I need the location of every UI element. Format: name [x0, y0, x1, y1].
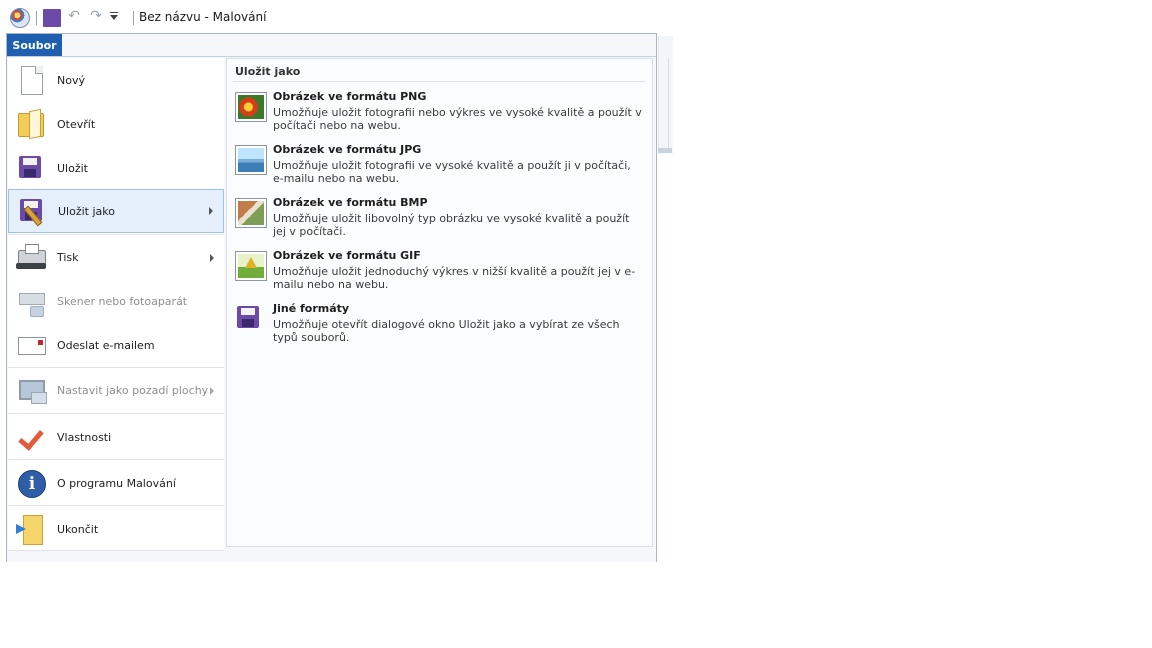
title-bar: ↶ ↷ Bez názvu - Malování: [0, 0, 672, 34]
bmp-image-icon: [235, 198, 267, 228]
menu-item-label: Nastavit jako pozadí plochy: [57, 384, 209, 397]
info-icon: i: [15, 467, 47, 499]
gif-image-icon: [235, 251, 267, 281]
email-icon: [15, 329, 47, 361]
menu-item-label: Skener nebo fotoaparát: [57, 294, 188, 308]
menu-item-exit[interactable]: Ukončit: [8, 507, 224, 551]
menu-item-open[interactable]: Otevřít: [8, 102, 224, 146]
file-tab[interactable]: Soubor: [7, 34, 62, 56]
submenu-arrow-icon: [209, 207, 213, 215]
menu-item-desktop-background: Nastavit jako pozadí plochy: [8, 368, 224, 413]
menu-item-label: Odeslat e-mailem: [57, 338, 155, 352]
paint-app-icon[interactable]: [10, 8, 30, 28]
menu-item-label: Vlastnosti: [57, 430, 112, 444]
jpg-image-icon: [235, 145, 267, 175]
save-option-png[interactable]: Obrázek ve formátu PNG Umožňuje uložit f…: [235, 90, 645, 140]
menu-item-save[interactable]: Uložit: [8, 146, 224, 190]
save-icon[interactable]: [43, 9, 61, 27]
redo-icon[interactable]: ↷: [87, 9, 105, 27]
scanner-icon: [15, 285, 47, 317]
option-title: Obrázek ve formátu PNG: [273, 90, 427, 103]
save-option-jpg[interactable]: Obrázek ve formátu JPG Umožňuje uložit f…: [235, 143, 645, 193]
menu-divider: [8, 413, 224, 414]
option-description: Umožňuje uložit fotografii nebo výkres v…: [273, 106, 642, 132]
menu-item-new[interactable]: Nový: [8, 58, 224, 102]
menu-item-label: Uložit: [57, 161, 88, 175]
menu-item-label: Nový: [57, 73, 85, 87]
submenu-arrow-icon: [210, 386, 214, 395]
background-ribbon-fragment: [658, 36, 673, 154]
panel-heading: Uložit jako: [235, 65, 301, 78]
exit-icon: [15, 513, 47, 545]
menu-item-scanner: Skener nebo fotoaparát: [8, 279, 224, 323]
menu-item-label: Uložit jako: [58, 204, 115, 218]
qat-separator: [133, 11, 134, 25]
option-title: Obrázek ve formátu GIF: [273, 249, 421, 262]
option-description: Umožňuje uložit libovolný typ obrázku ve…: [273, 212, 630, 238]
option-title: Jiné formáty: [273, 302, 350, 315]
png-image-icon: [235, 92, 267, 122]
menu-divider: [8, 459, 224, 460]
file-menu-commands: Nový Otevřít Uložit Uložit jako Tisk Ske…: [8, 58, 224, 551]
new-document-icon: [15, 64, 47, 96]
undo-icon[interactable]: ↶: [65, 9, 83, 27]
menu-item-label: Otevřít: [57, 117, 96, 131]
menu-item-label: O programu Malování: [57, 476, 176, 490]
menu-item-properties[interactable]: Vlastnosti: [8, 415, 224, 459]
menu-item-label: Tisk: [57, 251, 79, 264]
menu-divider: [8, 505, 224, 506]
save-as-icon: [16, 195, 48, 227]
save-option-other[interactable]: Jiné formáty Umožňuje otevřít dialogové …: [235, 302, 645, 352]
option-description: Umožňuje otevřít dialogové okno Uložit j…: [273, 318, 620, 344]
option-description: Umožňuje uložit fotografii ve vysoké kva…: [273, 159, 631, 185]
submenu-arrow-icon: [210, 253, 214, 262]
save-option-gif[interactable]: Obrázek ve formátu GIF Umožňuje uložit j…: [235, 249, 645, 299]
menu-divider: [8, 550, 224, 551]
checkmark-icon: [15, 421, 47, 453]
printer-icon: [15, 242, 47, 274]
window-title: Bez názvu - Malování: [139, 10, 267, 24]
menu-item-label: Ukončit: [57, 522, 99, 536]
option-title: Obrázek ve formátu JPG: [273, 143, 422, 156]
menu-item-about[interactable]: i O programu Malování: [8, 461, 224, 505]
menu-item-save-as[interactable]: Uložit jako: [8, 189, 224, 233]
other-formats-icon: [235, 304, 265, 332]
save-as-panel: Uložit jako Obrázek ve formátu PNG Umožň…: [226, 58, 653, 547]
customize-dropdown-icon[interactable]: [109, 9, 127, 27]
menu-item-print[interactable]: Tisk: [8, 235, 224, 280]
menu-item-email[interactable]: Odeslat e-mailem: [8, 323, 224, 367]
save-icon: [15, 152, 47, 184]
qat-separator: [36, 11, 37, 25]
option-description: Umožňuje uložit jednoduchý výkres v nižš…: [273, 265, 636, 291]
background-ribbon-divider: [668, 58, 669, 150]
panel-heading-rule: [233, 81, 646, 82]
save-option-bmp[interactable]: Obrázek ve formátu BMP Umožňuje uložit l…: [235, 196, 645, 246]
desktop-background-icon: [15, 375, 47, 407]
open-folder-icon: [15, 108, 47, 140]
ribbon-tab-row: [7, 34, 656, 57]
quick-access-toolbar: ↶ ↷: [10, 8, 140, 28]
option-title: Obrázek ve formátu BMP: [273, 196, 428, 209]
background-scrollbar-fragment: [658, 148, 672, 153]
